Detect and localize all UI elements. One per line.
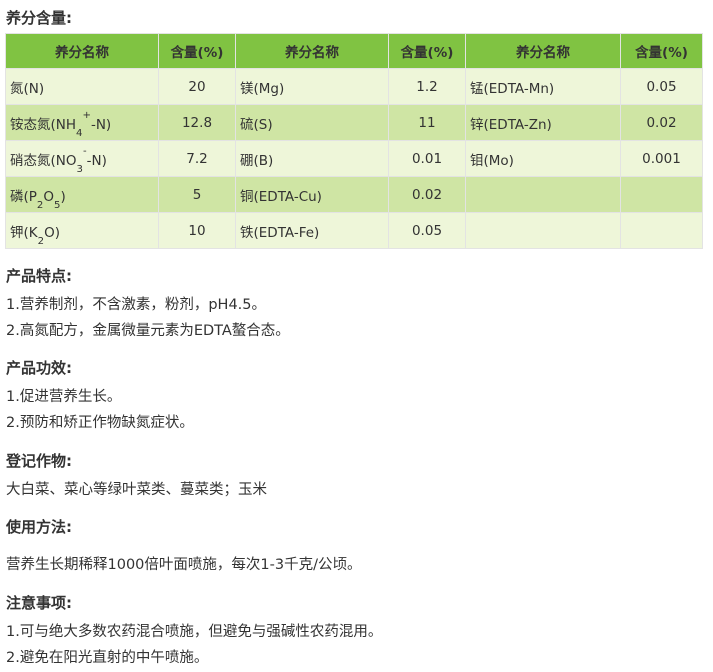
subscript: 2 (37, 235, 45, 247)
subscript: 2 (36, 199, 44, 211)
content-value-cell: 0.001 (620, 140, 703, 177)
content-value-cell: 0.02 (620, 104, 703, 141)
nutrient-name-cell: 锰(EDTA-Mn) (465, 68, 621, 105)
nutrient-name-text: 镁(Mg) (240, 80, 285, 97)
content-value-cell: 0.05 (388, 212, 466, 249)
nutrient-name-cell: 硫(S) (235, 104, 389, 141)
features-title: 产品特点: (6, 267, 72, 285)
usage-title: 使用方法: (6, 518, 72, 536)
nutrient-name-text: -N) (86, 152, 107, 169)
nutrient-name-text: 铜(EDTA-Cu) (240, 188, 322, 205)
content-value-cell: 0.02 (388, 176, 466, 213)
content-value-cell: 20 (158, 68, 236, 105)
nutrient-name-text: 锰(EDTA-Mn) (470, 80, 555, 97)
content-value-cell: 12.8 (158, 104, 236, 141)
nutrient-name-cell: 钼(Mo) (465, 140, 621, 177)
nutrient-name-text: 钾(K (10, 224, 38, 241)
content-value-cell (620, 212, 703, 249)
features-line-2: 2.高氮配方，金属微量元素为EDTA螯合态。 (6, 323, 290, 339)
table-row: 硝态氮(NO3 --N) 7.2 硼(B) 0.01 钼(Mo) 0.001 (5, 140, 703, 177)
nutrient-name-cell: 氮(N) (5, 68, 159, 105)
subscript: 5 (54, 199, 61, 211)
notes-line-2: 2.避免在阳光直射的中午喷施。 (6, 650, 209, 666)
subscript: 4 (76, 127, 83, 139)
content-value-cell: 0.01 (388, 140, 466, 177)
content-value-cell: 1.2 (388, 68, 466, 105)
table-header-row: 养分名称 含量(%) 养分名称 含量(%) 养分名称 含量(%) (5, 33, 703, 69)
efficacy-title: 产品功效: (6, 359, 72, 377)
nutrient-name-text: 磷(P (10, 188, 37, 205)
nutrient-name-text: 硝态氮(NO (10, 152, 77, 169)
header-nutrient-name: 养分名称 (5, 33, 159, 69)
content-value-cell: 7.2 (158, 140, 236, 177)
header-content-percent: 含量(%) (158, 33, 236, 69)
nutrient-name-cell: 锌(EDTA-Zn) (465, 104, 621, 141)
nutrient-name-cell: 铵态氮(NH4 +-N) (5, 104, 159, 141)
nutrient-name-cell: 钾(K2O) (5, 212, 159, 249)
nutrient-name-text: 氮(N) (10, 80, 45, 97)
efficacy-line-2: 2.预防和矫正作物缺氮症状。 (6, 415, 194, 431)
nutrient-name-text: O (43, 188, 54, 205)
efficacy-line-1: 1.促进营养生长。 (6, 389, 122, 405)
content-value-cell: 0.05 (620, 68, 703, 105)
header-nutrient-name: 养分名称 (465, 33, 621, 69)
header-content-percent: 含量(%) (620, 33, 703, 69)
nutrient-name-cell: 铁(EDTA-Fe) (235, 212, 389, 249)
usage-line-1: 营养生长期稀释1000倍叶面喷施，每次1-3千克/公顷。 (6, 557, 362, 573)
content-value-cell: 11 (388, 104, 466, 141)
nutrient-name-cell: 铜(EDTA-Cu) (235, 176, 389, 213)
notes-title: 注意事项: (6, 594, 72, 612)
nutrient-name-text: O) (44, 224, 60, 241)
nutrient-name-cell: 硝态氮(NO3 --N) (5, 140, 159, 177)
nutrient-name-text: -N) (90, 116, 112, 133)
nutrient-name-text: 硫(S) (240, 116, 273, 133)
nutrient-name-cell: 镁(Mg) (235, 68, 389, 105)
table-row: 钾(K2O) 10 铁(EDTA-Fe) 0.05 (5, 212, 703, 249)
nutrient-name-cell (465, 212, 621, 249)
nutrient-name-text: 铁(EDTA-Fe) (240, 224, 320, 241)
content-value-cell: 10 (158, 212, 236, 249)
header-content-percent: 含量(%) (388, 33, 466, 69)
nutrient-name-cell (465, 176, 621, 213)
content-value-cell (620, 176, 703, 213)
nutrient-name-text: 硼(B) (240, 152, 274, 169)
superscript: - (82, 146, 87, 158)
header-nutrient-name: 养分名称 (235, 33, 389, 69)
nutrient-name-text: 钼(Mo) (470, 152, 514, 169)
features-line-1: 1.营养制剂，不含激素，粉剂，pH4.5。 (6, 297, 267, 313)
table-row: 铵态氮(NH4 +-N) 12.8 硫(S) 11 锌(EDTA-Zn) 0.02 (5, 104, 703, 141)
crops-line-1: 大白菜、菜心等绿叶菜类、蔓菜类；玉米 (6, 482, 267, 498)
superscript: + (82, 110, 91, 122)
table-row: 氮(N) 20 镁(Mg) 1.2 锰(EDTA-Mn) 0.05 (5, 68, 703, 105)
nutrient-name-cell: 硼(B) (235, 140, 389, 177)
nutrient-name-text: 锌(EDTA-Zn) (470, 116, 552, 133)
nutrient-table: 养分名称 含量(%) 养分名称 含量(%) 养分名称 含量(%) 氮(N) 20 镁… (5, 33, 703, 249)
crops-title: 登记作物: (6, 452, 72, 470)
nutrient-name-cell: 磷(P2O5) (5, 176, 159, 213)
subscript: 3 (76, 163, 83, 175)
nutrient-name-text: ) (60, 188, 66, 205)
nutrient-name-text: 铵态氮(NH (10, 116, 77, 133)
table-row: 磷(P2O5) 5 铜(EDTA-Cu) 0.02 (5, 176, 703, 213)
nutrient-content-heading: 养分含量: (6, 9, 72, 27)
notes-line-1: 1.可与绝大多数农药混合喷施，但避免与强碱性农药混用。 (6, 624, 383, 640)
content-value-cell: 5 (158, 176, 236, 213)
